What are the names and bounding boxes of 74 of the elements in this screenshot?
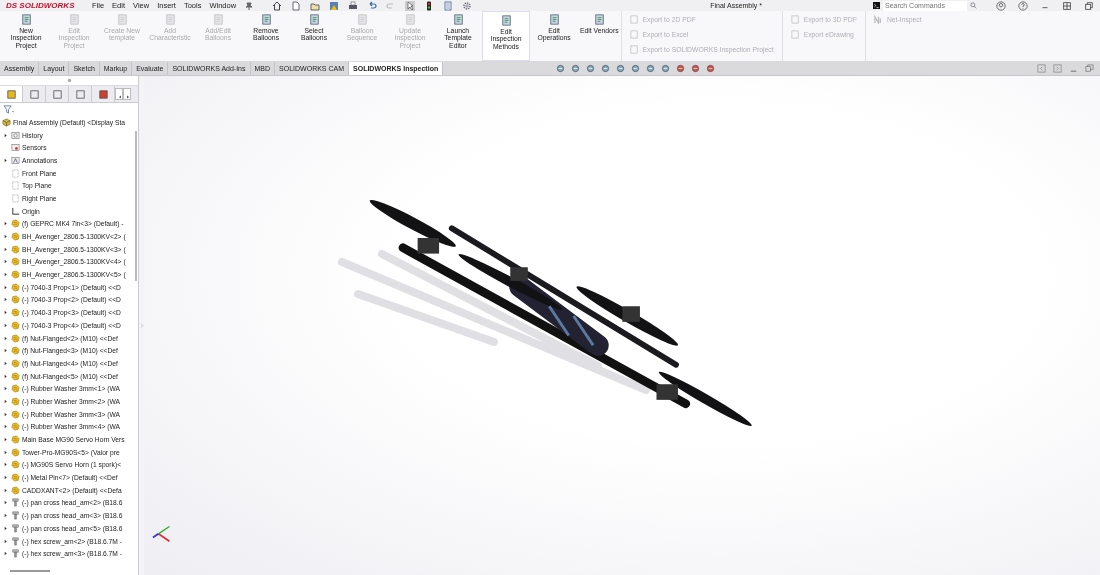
- panel-grip-icon[interactable]: [66, 78, 72, 83]
- part-icon: [11, 270, 20, 280]
- print-icon[interactable]: [348, 0, 359, 11]
- part-icon: [11, 473, 20, 483]
- screw-icon: [11, 536, 20, 546]
- save-icon[interactable]: [329, 0, 340, 11]
- document-tool-icon: [451, 13, 465, 26]
- document-tool-icon: [547, 13, 561, 26]
- tile-window-icon[interactable]: [1062, 0, 1072, 11]
- help-icon[interactable]: [1018, 0, 1028, 11]
- expand-arrow-icon[interactable]: [3, 335, 8, 341]
- part-icon: [11, 396, 20, 406]
- assembly-icon: [2, 117, 11, 127]
- part-icon: [11, 409, 20, 419]
- part-icon: [11, 282, 20, 292]
- origin-icon: [11, 206, 20, 216]
- document-tool-icon: [499, 14, 513, 27]
- part-icon: [11, 447, 20, 457]
- part-icon: [11, 320, 20, 330]
- home-icon[interactable]: [272, 0, 283, 11]
- restore-icon[interactable]: [1084, 0, 1094, 11]
- part-icon: [11, 358, 20, 368]
- document-tool-icon: [307, 13, 321, 26]
- screw-icon: [11, 498, 20, 508]
- user-account-icon[interactable]: [996, 0, 1006, 11]
- annotation-folder-icon: [11, 155, 20, 165]
- expand-arrow-icon[interactable]: [3, 500, 8, 506]
- expand-arrow-icon[interactable]: [3, 462, 8, 468]
- expand-arrow-icon[interactable]: [3, 297, 8, 303]
- expand-arrow-icon[interactable]: [3, 538, 8, 544]
- pin-icon[interactable]: [244, 0, 255, 11]
- part-icon: [11, 219, 20, 229]
- expand-arrow-icon[interactable]: [3, 259, 8, 265]
- document-tool-icon: [259, 13, 273, 26]
- expand-arrow-icon[interactable]: [3, 424, 8, 430]
- document-tool-icon: [592, 13, 606, 26]
- screw-icon: [11, 523, 20, 533]
- horizontal-scrollbar[interactable]: [10, 570, 50, 572]
- expand-arrow-icon[interactable]: [3, 132, 8, 138]
- part-icon: [11, 435, 20, 445]
- expand-arrow-icon[interactable]: [3, 221, 8, 227]
- part-icon: [11, 384, 20, 394]
- expand-arrow-icon[interactable]: [3, 157, 8, 163]
- expand-arrow-icon[interactable]: [3, 411, 8, 417]
- part-icon: [11, 308, 20, 318]
- part-icon: [11, 333, 20, 343]
- restore-icon[interactable]: [1085, 64, 1094, 73]
- expand-arrow-icon[interactable]: [3, 373, 8, 379]
- graphics-area[interactable]: [144, 76, 1100, 575]
- expand-arrow-icon[interactable]: [3, 551, 8, 557]
- part-icon: [11, 257, 20, 267]
- scrollbar[interactable]: [135, 131, 137, 281]
- app-logo: DS SOLIDWORKS: [6, 1, 76, 10]
- undo-icon[interactable]: [367, 0, 378, 11]
- part-icon: [11, 422, 20, 432]
- part-icon: [11, 460, 20, 470]
- part-icon: [11, 295, 20, 305]
- sensor-folder-icon: [11, 143, 20, 153]
- part-icon: [11, 232, 20, 242]
- document-tool-icon: [19, 13, 33, 26]
- part-icon: [11, 485, 20, 495]
- part-icon: [11, 346, 20, 356]
- part-icon: [11, 244, 20, 254]
- screw-icon: [11, 511, 20, 521]
- search-icon[interactable]: [970, 2, 977, 9]
- history-folder-icon: [11, 130, 20, 140]
- select-arrow-icon[interactable]: [405, 0, 416, 11]
- screw-icon: [11, 549, 20, 559]
- part-icon: [11, 371, 20, 381]
- filter-icon[interactable]: [3, 105, 14, 114]
- file-properties-icon[interactable]: [443, 0, 454, 11]
- settings-icon[interactable]: [462, 0, 473, 11]
- command-prompt-icon: [873, 2, 880, 9]
- net-inspect-icon: [873, 15, 883, 24]
